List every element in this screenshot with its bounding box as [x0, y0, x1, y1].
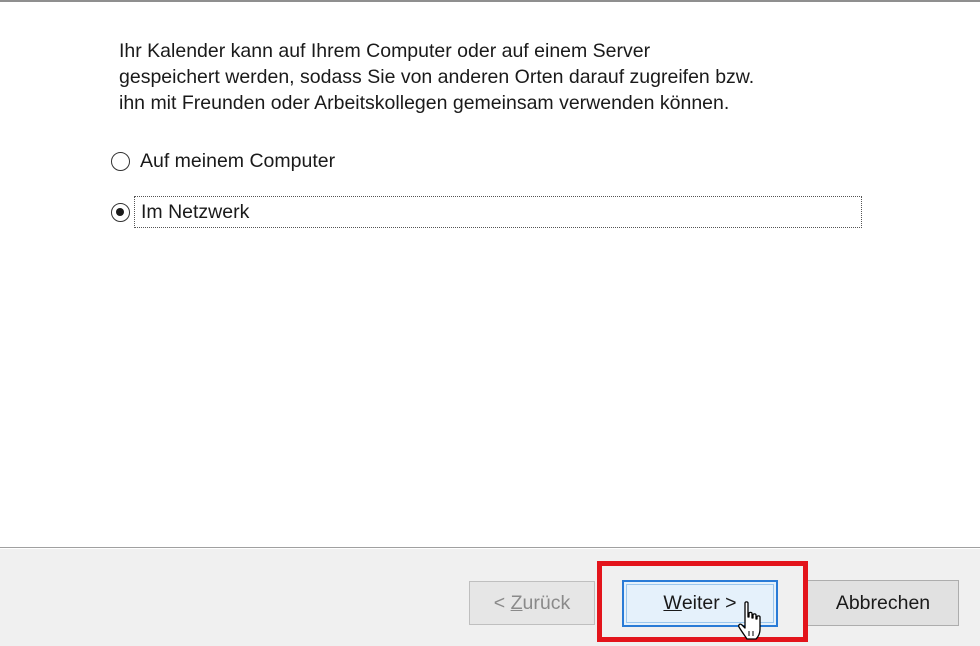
wizard-content-panel: Ihr Kalender kann auf Ihrem Computer ode… [0, 2, 980, 547]
radio-button-checked[interactable] [111, 202, 130, 222]
radio-option-network[interactable]: Im Netzwerk [111, 195, 862, 229]
next-button-accesskey: W [663, 592, 682, 614]
footer-separator-highlight [0, 548, 980, 549]
next-button[interactable]: Weiter > [622, 580, 778, 627]
description-line: ihn mit Freunden oder Arbeitskollegen ge… [119, 92, 730, 114]
back-button-prefix: < [493, 591, 511, 614]
radio-button-unchecked[interactable] [111, 151, 130, 171]
cancel-button[interactable]: Abbrechen [807, 580, 959, 626]
cancel-button-label: Abbrechen [835, 591, 931, 614]
radio-label: Auf meinem Computer [140, 150, 336, 172]
next-button-label: eiter > [681, 592, 737, 614]
back-button-accesskey: Z [510, 591, 523, 614]
description-line: gespeichert werden, sodass Sie von ander… [119, 66, 755, 88]
radio-focus-rectangle[interactable]: Im Netzwerk [134, 196, 862, 228]
back-button[interactable]: < Zurück [469, 581, 595, 625]
radio-option-local-computer[interactable]: Auf meinem Computer [111, 144, 335, 178]
description-line: Ihr Kalender kann auf Ihrem Computer ode… [119, 40, 651, 62]
radio-label: Im Netzwerk [141, 201, 250, 223]
description-text: Ihr Kalender kann auf Ihrem Computer ode… [119, 38, 919, 116]
back-button-label: urück [522, 591, 571, 614]
